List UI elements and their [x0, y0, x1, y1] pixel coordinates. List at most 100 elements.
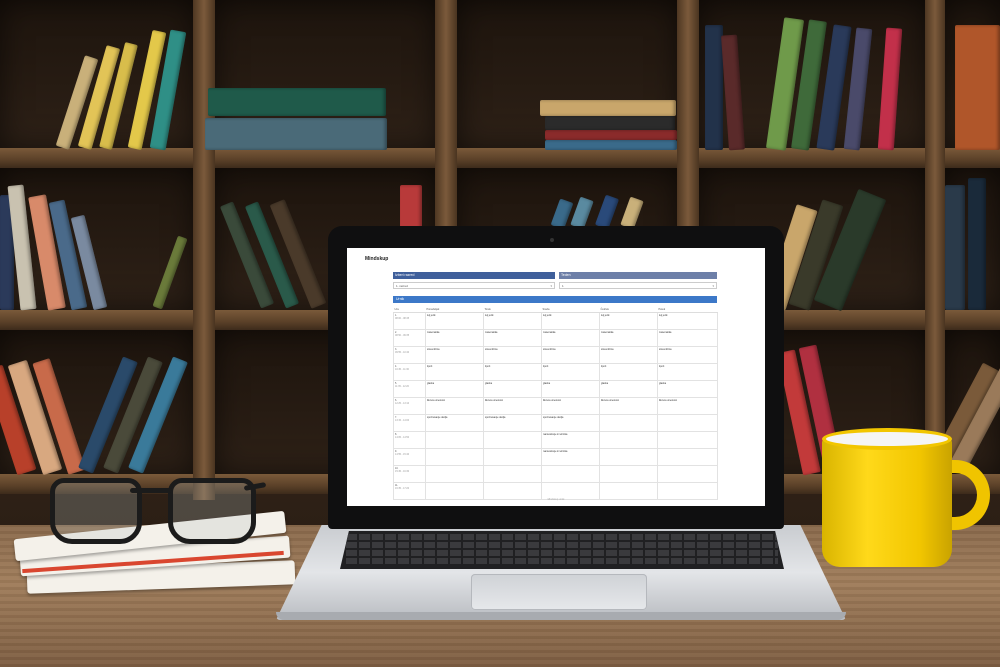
- laptop-screen: Mindskup Izberi razred Teden 1. razred ▾…: [347, 248, 765, 506]
- timetable-cell[interactable]: likovna umetnost: [657, 397, 718, 415]
- timetable-cell[interactable]: matematika: [483, 329, 542, 347]
- timetable-cell[interactable]: [599, 448, 658, 466]
- book: [400, 185, 422, 230]
- timetable-cell[interactable]: slovenščina: [657, 346, 718, 364]
- timetable-cell[interactable]: [425, 431, 484, 449]
- week-select[interactable]: 1 ▾: [559, 282, 717, 289]
- timetable-cell[interactable]: tuji jezik: [541, 312, 600, 330]
- period-cell: 11. 16:35 - 17:20: [393, 482, 426, 500]
- timetable-cell[interactable]: glasba: [599, 380, 658, 398]
- shelf-plank: [0, 148, 1000, 168]
- timetable-cell[interactable]: glasba: [541, 380, 600, 398]
- timetable-cell[interactable]: tuji jezik: [483, 312, 542, 330]
- book: [955, 25, 1000, 150]
- timetable-cell[interactable]: matematika: [541, 329, 600, 347]
- timetable-cell[interactable]: slovenščina: [599, 346, 658, 364]
- timetable-cell[interactable]: glasba: [657, 380, 718, 398]
- timetable-cell[interactable]: likovna umetnost: [483, 397, 542, 415]
- timetable-cell[interactable]: naravoslovje in tehnika: [541, 431, 600, 449]
- timetable-cell[interactable]: [483, 465, 542, 483]
- period-cell: 4. 10:45 - 11:30: [393, 363, 426, 381]
- timetable-cell[interactable]: spoznavanje okolja: [425, 414, 484, 432]
- table-row: 8. 14:05 - 14:50 naravoslovje in tehnika: [393, 431, 718, 449]
- glasses-bridge: [130, 488, 172, 493]
- period-cell: 7. 13:15 - 14:00: [393, 414, 426, 432]
- table-row: 11. 16:35 - 17:20: [393, 482, 718, 500]
- table-row: 1. 08:00 - 08:45 tuji jezik tuji jezik tuji …: [393, 312, 718, 330]
- timetable-cell[interactable]: slovenščina: [483, 346, 542, 364]
- period-time: 13:15 - 14:00: [395, 419, 410, 422]
- timetable-cell[interactable]: [483, 448, 542, 466]
- period-cell: 8. 14:05 - 14:50: [393, 431, 426, 449]
- period-cell: 1. 08:00 - 08:45: [393, 312, 426, 330]
- class-select[interactable]: 1. razred ▾: [393, 282, 555, 289]
- timetable-cell[interactable]: tuji jezik: [599, 312, 658, 330]
- timetable-cell[interactable]: tuji jezik: [657, 312, 718, 330]
- book: [540, 100, 676, 116]
- period-time: 08:00 - 08:45: [395, 317, 410, 320]
- mug-rim: [822, 428, 952, 450]
- timetable-cell[interactable]: spoznavanje okolja: [541, 414, 600, 432]
- timetable-cell[interactable]: matematika: [657, 329, 718, 347]
- timetable-cell[interactable]: glasba: [483, 380, 542, 398]
- period-cell: 10. 15:45 - 16:30: [393, 465, 426, 483]
- timetable-cell[interactable]: [425, 482, 484, 500]
- timetable-cell[interactable]: [425, 465, 484, 483]
- timetable-cell[interactable]: matematika: [425, 329, 484, 347]
- timetable-cell[interactable]: glasba: [425, 380, 484, 398]
- timetable-cell[interactable]: šport: [425, 363, 484, 381]
- timetable-cell[interactable]: likovna umetnost: [425, 397, 484, 415]
- timetable-cell[interactable]: likovna umetnost: [541, 397, 600, 415]
- timetable-cell[interactable]: [541, 482, 600, 500]
- timetable-cell[interactable]: [599, 465, 658, 483]
- glasses-left-lens: [50, 478, 142, 544]
- timetable-cell[interactable]: [657, 414, 718, 432]
- timetable-cell[interactable]: šport: [657, 363, 718, 381]
- timetable-cell[interactable]: likovna umetnost: [599, 397, 658, 415]
- period-time: 11:35 - 12:20: [395, 385, 409, 388]
- book: [205, 118, 387, 150]
- key-row: [346, 534, 778, 540]
- glasses-right-lens: [168, 478, 256, 544]
- period-time: 12:25 - 13:10: [395, 402, 410, 405]
- timetable-cell[interactable]: spoznavanje okolja: [483, 414, 542, 432]
- shelf-post: [925, 0, 945, 500]
- timetable-cell[interactable]: [541, 465, 600, 483]
- timetable-cell[interactable]: šport: [599, 363, 658, 381]
- timetable-cell[interactable]: slovenščina: [425, 346, 484, 364]
- timetable-cell[interactable]: [425, 448, 484, 466]
- timetable-cell[interactable]: [657, 482, 718, 500]
- class-select-value: 1. razred: [396, 284, 408, 288]
- laptop-keyboard: [340, 531, 784, 569]
- timetable-cell[interactable]: [657, 465, 718, 483]
- chevron-down-icon: ▾: [712, 284, 714, 288]
- timetable-cell[interactable]: [483, 431, 542, 449]
- timetable-cell[interactable]: [483, 482, 542, 500]
- timetable-cell[interactable]: matematika: [599, 329, 658, 347]
- timetable-cell[interactable]: [657, 448, 718, 466]
- timetable-cell[interactable]: tuji jezik: [425, 312, 484, 330]
- timetable-cell[interactable]: šport: [483, 363, 542, 381]
- timetable-section-title: Urnik: [393, 296, 717, 303]
- period-cell: 6. 12:25 - 13:10: [393, 397, 426, 415]
- period-time: 16:35 - 17:20: [395, 487, 410, 490]
- timetable-cell[interactable]: [657, 431, 718, 449]
- timetable-cell[interactable]: naravoslovje in tehnika: [541, 448, 600, 466]
- period-time: 08:50 - 09:35: [395, 334, 410, 337]
- timetable-cell[interactable]: [599, 414, 658, 432]
- timetable-cell[interactable]: šport: [541, 363, 600, 381]
- book: [545, 130, 677, 140]
- timetable-cell[interactable]: slovenščina: [541, 346, 600, 364]
- chevron-down-icon: ▾: [550, 284, 552, 288]
- timetable-cell[interactable]: [599, 431, 658, 449]
- table-row: 5. 11:35 - 12:20 glasba glasba glasba glasba g…: [393, 380, 718, 398]
- period-time: 09:55 - 10:40: [395, 351, 410, 354]
- app-title: Mindskup: [365, 256, 389, 262]
- yellow-mug: [822, 437, 952, 567]
- book: [945, 185, 965, 310]
- week-select-header: Teden: [559, 272, 717, 279]
- period-time: 10:45 - 11:30: [395, 368, 409, 371]
- timetable-cell[interactable]: [599, 482, 658, 500]
- period-time: 14:55 - 15:40: [395, 453, 410, 456]
- timetable: Ura Ponedeljek Torek Sreda Četrtek Petek…: [393, 306, 718, 500]
